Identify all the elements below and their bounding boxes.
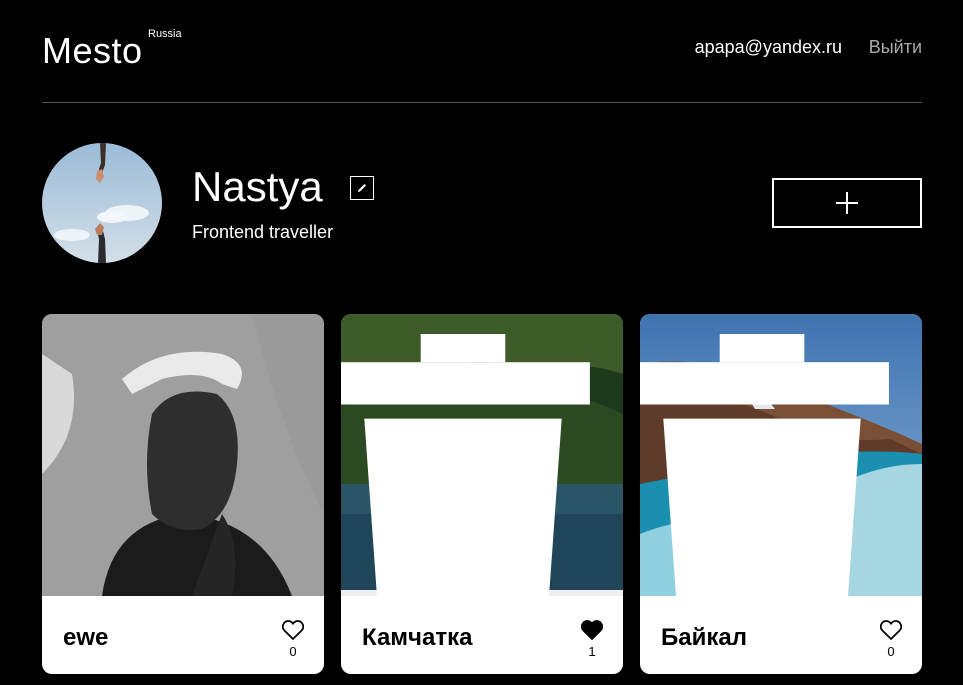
edit-profile-button[interactable] [350, 176, 374, 200]
logout-link[interactable]: Выйти [869, 37, 922, 58]
heart-icon[interactable] [282, 620, 304, 640]
heart-icon[interactable] [581, 620, 603, 640]
logo-region: Russia [148, 28, 182, 40]
add-card-button[interactable] [772, 178, 922, 228]
portrait-photo [42, 314, 324, 596]
like-count: 1 [588, 644, 596, 659]
avatar[interactable] [42, 143, 162, 263]
avatar-image [42, 143, 162, 263]
card-image[interactable] [640, 314, 922, 616]
card-title: ewe [63, 624, 109, 651]
card-image[interactable] [341, 314, 623, 616]
trash-icon[interactable] [640, 334, 903, 616]
profile-about: Frontend traveller [192, 222, 334, 242]
like-count: 0 [289, 644, 297, 659]
cards-grid: ewe 0 Камчатка 1 Байкал 0 [42, 314, 922, 674]
card-image[interactable] [42, 314, 324, 596]
card: ewe 0 [42, 314, 324, 674]
header: Mesto Russia apapa@yandex.ru Выйти [42, 0, 922, 103]
pencil-icon [358, 184, 366, 192]
profile: Nastya Frontend traveller [42, 143, 922, 263]
trash-icon[interactable] [341, 334, 604, 616]
plus-icon [836, 192, 858, 214]
card-title: Камчатка [362, 624, 473, 651]
card-title: Байкал [661, 624, 747, 651]
like-count: 0 [887, 644, 895, 659]
profile-name: Nastya [192, 163, 323, 210]
card: Камчатка 1 [341, 314, 623, 674]
card: Байкал 0 [640, 314, 922, 674]
heart-icon[interactable] [880, 620, 902, 640]
user-email: apapa@yandex.ru [694, 37, 842, 57]
logo[interactable]: Mesto [42, 30, 143, 72]
